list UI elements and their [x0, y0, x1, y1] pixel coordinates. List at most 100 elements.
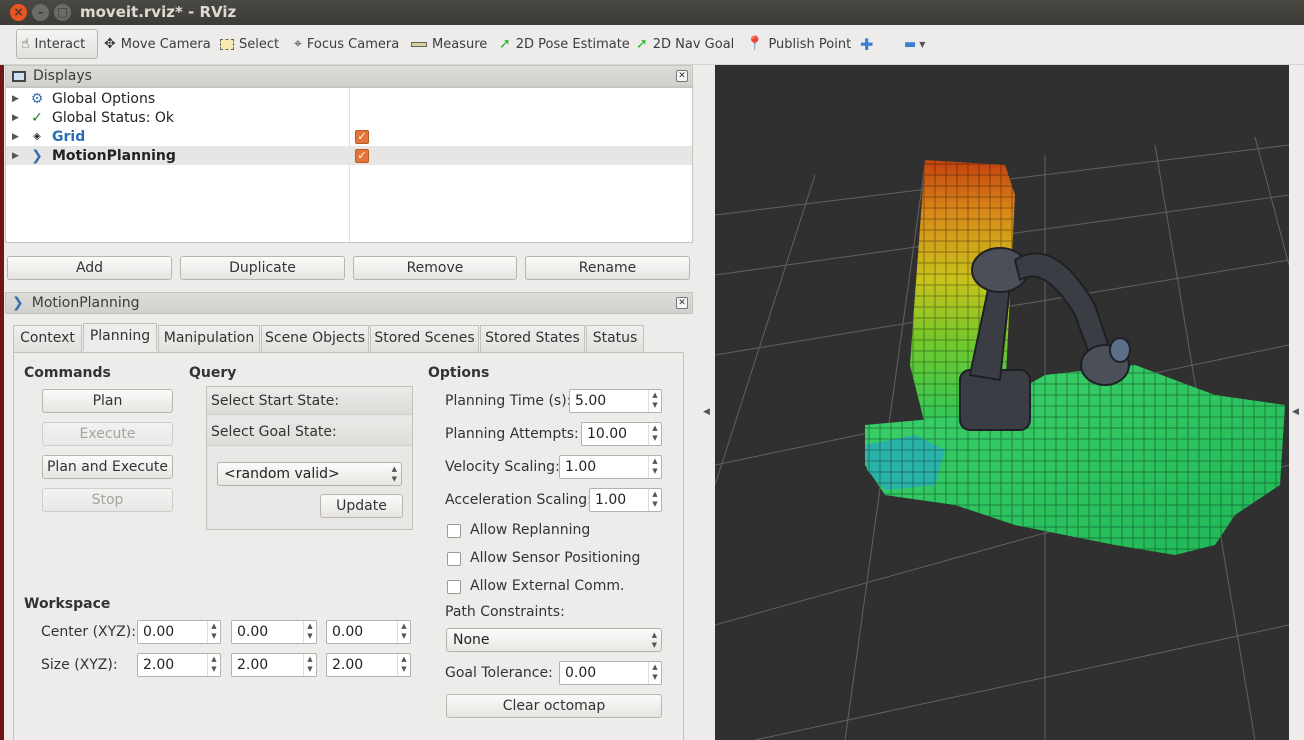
tree-item-global-options[interactable]: ▶ ⚙ Global Options	[6, 89, 692, 108]
expand-arrow-icon[interactable]: ▶	[12, 113, 24, 123]
spin-arrows-icon[interactable]: ▲ ▼	[648, 423, 661, 445]
move-camera-tool-button[interactable]: ✥ Move Camera	[100, 29, 215, 59]
spin-arrows-icon[interactable]: ▲ ▼	[648, 489, 661, 511]
add-tool-button[interactable]: ✚	[856, 29, 877, 59]
3d-viewport[interactable]	[715, 65, 1289, 740]
octomap-voxels	[865, 160, 1285, 555]
planning-time-input[interactable]: 5.00 ▲ ▼	[569, 389, 662, 413]
allow-sensor-positioning-label: Allow Sensor Positioning	[470, 550, 641, 566]
spin-arrows-icon[interactable]: ▲ ▼	[397, 654, 410, 676]
allow-external-comm-checkbox[interactable]	[447, 580, 461, 594]
rename-display-button[interactable]: Rename	[525, 256, 690, 280]
expand-arrow-icon[interactable]: ▶	[12, 94, 24, 104]
tab-status[interactable]: Status	[586, 325, 644, 352]
spin-arrows-icon[interactable]: ▲ ▼	[303, 654, 316, 676]
minimize-window-button[interactable]: –	[32, 4, 49, 21]
close-window-button[interactable]: ×	[10, 4, 27, 21]
expand-arrow-icon[interactable]: ▶	[12, 132, 24, 142]
acceleration-scaling-label: Acceleration Scaling:	[445, 492, 592, 508]
center-x-input[interactable]: 0.00 ▲ ▼	[137, 620, 221, 644]
combo-arrows-icon: ▲ ▼	[651, 631, 657, 649]
size-x-input[interactable]: 2.00 ▲ ▼	[137, 653, 221, 677]
3d-scene[interactable]	[715, 65, 1289, 740]
center-xyz-label: Center (XYZ):	[41, 624, 136, 640]
spin-arrows-icon[interactable]: ▲ ▼	[207, 621, 220, 643]
execute-button[interactable]: Execute	[42, 422, 173, 446]
add-display-button[interactable]: Add	[7, 256, 172, 280]
update-button[interactable]: Update	[320, 494, 403, 518]
duplicate-display-button[interactable]: Duplicate	[180, 256, 345, 280]
allow-external-comm-label: Allow External Comm.	[470, 578, 625, 594]
2d-nav-goal-tool-button[interactable]: ➚ 2D Nav Goal	[632, 29, 738, 59]
tab-stored-scenes[interactable]: Stored Scenes	[370, 325, 479, 352]
plan-and-execute-button[interactable]: Plan and Execute	[42, 455, 173, 479]
allow-sensor-positioning-checkbox[interactable]	[447, 552, 461, 566]
stop-button[interactable]: Stop	[42, 488, 173, 512]
spin-arrows-icon[interactable]: ▲ ▼	[397, 621, 410, 643]
tab-planning[interactable]: Planning	[83, 323, 157, 351]
close-motionplanning-panel-button[interactable]: ✕	[676, 297, 688, 309]
spin-arrows-icon[interactable]: ▲ ▼	[648, 456, 661, 478]
panel-splitter[interactable]: ◀	[697, 65, 715, 740]
plus-icon: ✚	[860, 34, 874, 54]
motion-planning-icon: ❯	[31, 147, 43, 164]
motionplanning-enabled-checkbox[interactable]: ✓	[355, 149, 369, 163]
query-box: Select Start State: Select Goal State: <…	[206, 386, 413, 530]
query-heading: Query	[189, 365, 237, 381]
publish-point-tool-button[interactable]: 📍 Publish Point	[742, 29, 855, 59]
plan-button[interactable]: Plan	[42, 389, 173, 413]
commands-heading: Commands	[24, 365, 111, 381]
expand-right-arrow-icon[interactable]: ◀	[1292, 407, 1299, 417]
size-z-input[interactable]: 2.00 ▲ ▼	[326, 653, 411, 677]
remove-display-button[interactable]: Remove	[353, 256, 517, 280]
close-displays-panel-button[interactable]: ✕	[676, 70, 688, 82]
tree-item-motionplanning[interactable]: ▶ ❯ MotionPlanning ✓	[6, 146, 692, 165]
workspace-heading: Workspace	[24, 596, 111, 612]
tree-item-grid[interactable]: ▶ ◈ Grid ✓	[6, 127, 692, 146]
acceleration-scaling-input[interactable]: 1.00 ▲ ▼	[589, 488, 662, 512]
goal-tolerance-label: Goal Tolerance:	[445, 665, 553, 681]
spin-arrows-icon[interactable]: ▲ ▼	[648, 390, 661, 412]
tab-context[interactable]: Context	[13, 325, 82, 352]
allow-replanning-checkbox[interactable]	[447, 524, 461, 538]
goal-state-select[interactable]: <random valid> ▲ ▼	[217, 462, 402, 486]
goal-tolerance-input[interactable]: 0.00 ▲ ▼	[559, 661, 662, 685]
velocity-scaling-input[interactable]: 1.00 ▲ ▼	[559, 455, 662, 479]
remove-tool-button[interactable]: ▬ ▼	[900, 29, 929, 59]
motionplanning-panel-header: ❯ MotionPlanning ✕	[5, 292, 693, 314]
path-constraints-select[interactable]: None ▲ ▼	[446, 628, 662, 652]
select-icon	[220, 38, 234, 50]
expand-arrow-icon[interactable]: ▶	[12, 151, 24, 161]
spin-arrows-icon[interactable]: ▲ ▼	[648, 662, 661, 684]
right-panel-collapse-strip[interactable]: ◀	[1289, 65, 1304, 740]
2d-pose-estimate-tool-button[interactable]: ➚ 2D Pose Estimate	[495, 29, 634, 59]
tree-item-global-status[interactable]: ▶ ✓ Global Status: Ok	[6, 108, 692, 127]
combo-arrows-icon: ▲ ▼	[391, 465, 397, 483]
ruler-icon	[411, 41, 427, 47]
collapse-left-arrow-icon[interactable]: ◀	[703, 407, 710, 417]
tab-scene-objects[interactable]: Scene Objects	[261, 325, 369, 352]
motion-planning-icon: ❯	[12, 295, 24, 311]
focus-camera-tool-button[interactable]: ⌖ Focus Camera	[290, 29, 403, 59]
center-z-input[interactable]: 0.00 ▲ ▼	[326, 620, 411, 644]
size-y-input[interactable]: 2.00 ▲ ▼	[231, 653, 317, 677]
measure-tool-button[interactable]: Measure	[407, 29, 491, 59]
move-camera-icon: ✥	[104, 36, 116, 52]
tab-manipulation[interactable]: Manipulation	[158, 325, 260, 352]
grid-enabled-checkbox[interactable]: ✓	[355, 130, 369, 144]
tab-stored-states[interactable]: Stored States	[480, 325, 585, 352]
clear-octomap-button[interactable]: Clear octomap	[446, 694, 662, 718]
spin-arrows-icon[interactable]: ▲ ▼	[303, 621, 316, 643]
green-arrow-icon: ➚	[636, 36, 648, 52]
interact-tool-button[interactable]: ☝ Interact	[16, 29, 98, 59]
focus-camera-icon: ⌖	[294, 36, 302, 52]
planning-attempts-input[interactable]: 10.00 ▲ ▼	[581, 422, 662, 446]
window-titlebar: × – □ moveit.rviz* - RViz	[0, 0, 1304, 25]
select-goal-state-header[interactable]: Select Goal State:	[207, 418, 412, 446]
spin-arrows-icon[interactable]: ▲ ▼	[207, 654, 220, 676]
select-start-state-header[interactable]: Select Start State:	[207, 387, 412, 415]
select-tool-button[interactable]: Select	[216, 29, 283, 59]
maximize-window-button[interactable]: □	[54, 4, 71, 21]
velocity-scaling-label: Velocity Scaling:	[445, 459, 560, 475]
center-y-input[interactable]: 0.00 ▲ ▼	[231, 620, 317, 644]
